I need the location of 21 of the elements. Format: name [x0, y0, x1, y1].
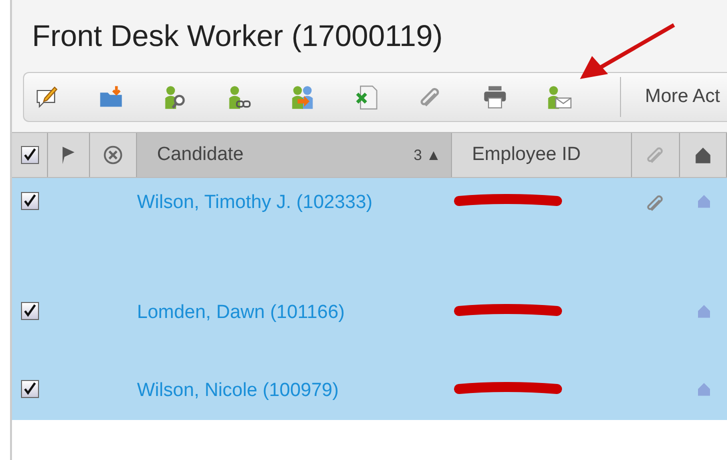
column-header[interactable]: Employee ID: [452, 133, 632, 177]
checkbox[interactable]: [21, 192, 39, 210]
checkbox[interactable]: [21, 380, 39, 398]
candidate-link[interactable]: Lomden, Dawn (101166): [137, 302, 345, 324]
person-mail-icon[interactable]: [546, 84, 572, 110]
candidate-link[interactable]: Wilson, Timothy J. (102333): [137, 192, 372, 214]
more-actions-button[interactable]: More Act: [621, 86, 720, 108]
column-header[interactable]: Candidate 3 ▲: [137, 133, 452, 177]
note-icon[interactable]: [34, 84, 60, 110]
table-row[interactable]: Lomden, Dawn (101166): [12, 280, 727, 352]
cancel-icon[interactable]: [102, 144, 124, 166]
checkbox[interactable]: [21, 302, 39, 320]
people-arrow-icon[interactable]: [290, 84, 316, 110]
table-row[interactable]: Wilson, Nicole (100979): [12, 352, 727, 420]
candidate-link[interactable]: Wilson, Nicole (100979): [137, 380, 339, 402]
checkbox[interactable]: [20, 146, 38, 164]
page-title: Front Desk Worker (17000119): [32, 19, 443, 55]
spreadsheet-icon[interactable]: [354, 84, 380, 110]
folder-icon[interactable]: [98, 84, 124, 110]
table-row[interactable]: Wilson, Timothy J. (102333): [12, 178, 727, 280]
printer-icon[interactable]: [482, 84, 508, 110]
